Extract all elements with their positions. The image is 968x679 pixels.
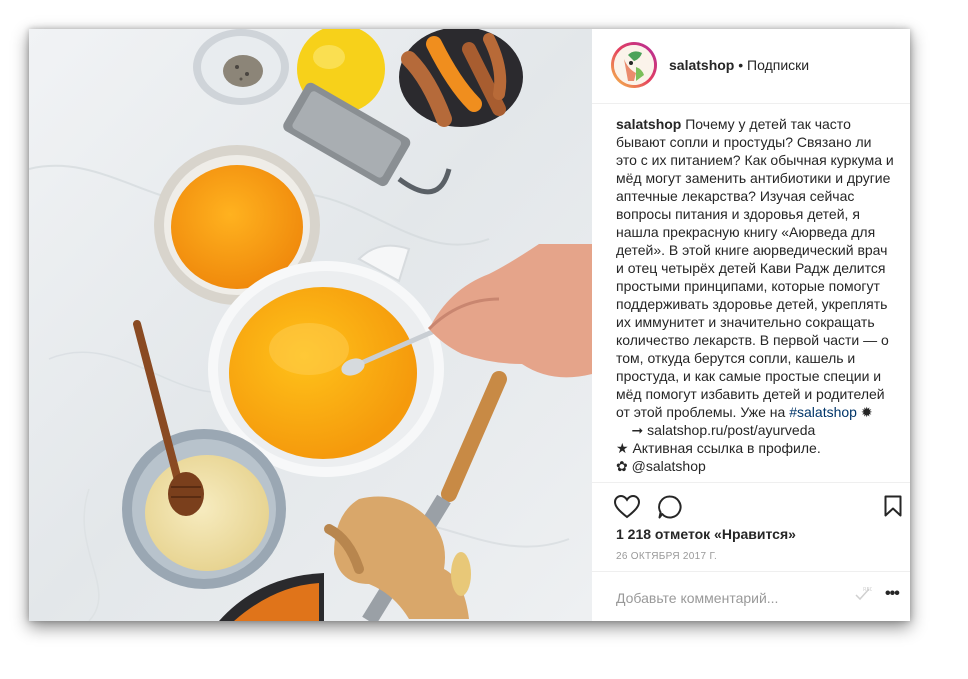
post-photo[interactable] [29,29,592,621]
header-separator: • [734,57,748,73]
hashtag-link[interactable]: #salatshop [789,404,857,420]
header-text: salatshop • Подписки [669,57,809,73]
instagram-post-card: salatshop • Подписки salatshop Почему у … [29,29,910,621]
caption-username[interactable]: salatshop [616,116,681,132]
caption-text: Почему у детей так часто бывают сопли и … [616,116,894,420]
caption-link-line: ➞ salatshop.ru/post/ayurveda [616,422,816,438]
bookmark-icon[interactable] [884,495,902,522]
heart-icon[interactable] [613,494,641,524]
follow-status-button[interactable]: Подписки [747,57,809,73]
speech-bubble-icon[interactable] [658,495,682,524]
comment-input[interactable] [616,590,856,606]
food-photo-image [29,29,592,621]
caption-profile-line: ★ Активная ссылка в профиле. [616,440,821,456]
comment-bar: REC ••• [592,571,910,621]
svg-text:REC: REC [863,587,872,593]
post-header: salatshop • Подписки [592,29,910,104]
salad-logo-icon [614,45,654,85]
header-username[interactable]: salatshop [669,57,734,73]
avatar-image [614,45,654,85]
avatar[interactable] [611,42,657,88]
post-date[interactable]: 26 ОКТЯБРЯ 2017 Г. [616,551,717,562]
caption-paragraph: salatshop Почему у детей так часто бываю… [616,115,896,421]
extension-check-icon[interactable]: REC [854,586,874,607]
post-actions-bar [592,482,910,529]
more-options-button[interactable]: ••• [885,585,900,603]
likes-count[interactable]: 1 218 отметок «Нравится» [616,526,796,542]
post-caption: salatshop Почему у детей так часто бываю… [616,115,896,479]
caption-hashtag-after: ✹ [856,404,873,420]
post-side-panel: salatshop • Подписки salatshop Почему у … [592,29,910,621]
caption-cut-line: ✿ @salatshop [616,458,706,474]
